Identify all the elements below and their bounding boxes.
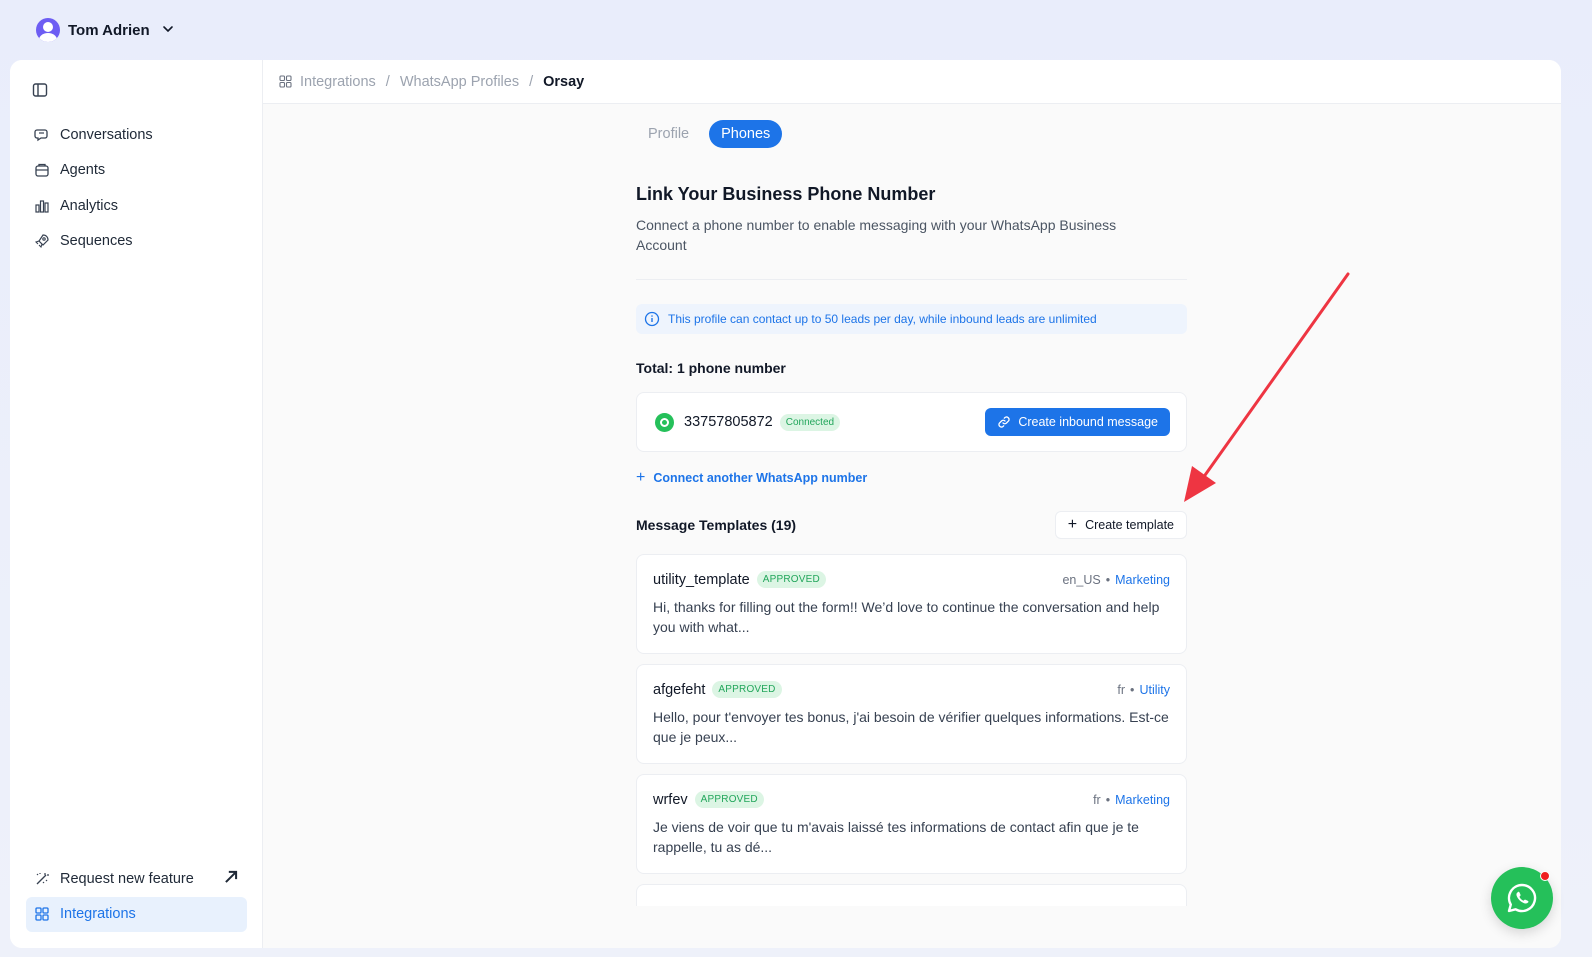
sidebar-item-agents[interactable]: Agents: [26, 153, 247, 188]
template-body: Hello, pour t'envoyer tes bonus, j'ai be…: [653, 709, 1169, 745]
link-icon: [998, 416, 1010, 428]
breadcrumb-current: Orsay: [543, 73, 585, 90]
notification-dot: [1540, 871, 1550, 881]
sidebar-toggle-icon[interactable]: [32, 82, 48, 98]
total-phone-count: Total: 1 phone number: [636, 360, 786, 376]
create-template-button[interactable]: + Create template: [1054, 511, 1187, 539]
templates-list: utility_template APPROVED en_US • Market…: [636, 554, 1187, 906]
status-badge: APPROVED: [694, 791, 764, 808]
sidebar-item-sequences[interactable]: Sequences: [26, 224, 247, 259]
template-meta: en_US • Marketing: [1062, 573, 1170, 587]
breadcrumb-integrations[interactable]: Integrations: [300, 74, 376, 90]
rocket-icon: [34, 234, 49, 249]
breadcrumb-separator: /: [385, 73, 390, 90]
meta-separator: •: [1105, 572, 1111, 587]
template-language: en_US: [1062, 572, 1101, 587]
templates-title: Message Templates (19): [636, 517, 797, 533]
bar-chart-icon: [35, 199, 49, 213]
phones-content: Profile Phones Link Your Business Phone …: [636, 120, 1187, 906]
chat-icon: [34, 128, 48, 141]
external-link-icon: [223, 869, 239, 888]
avatar-icon: [36, 18, 60, 42]
breadcrumb: Integrations / WhatsApp Profiles / Orsay: [263, 60, 1561, 104]
template-card[interactable]: [636, 884, 1187, 906]
sidebar-item-analytics[interactable]: Analytics: [26, 188, 247, 223]
breadcrumb-separator: /: [529, 73, 534, 90]
plus-icon: +: [1067, 516, 1078, 533]
profile-tabs: Profile Phones: [636, 120, 1187, 148]
sidebar-item-integrations[interactable]: Integrations: [26, 896, 247, 932]
template-body: Hi, thanks for filling out the form!! We…: [653, 599, 1160, 635]
template-body: Je viens de voir que tu m'avais laissé t…: [653, 819, 1139, 855]
info-banner-text: This profile can contact up to 50 leads …: [668, 312, 1097, 326]
template-name: utility_template: [653, 571, 750, 588]
sidebar-item-label: Conversations: [60, 126, 153, 143]
connect-another-number-link[interactable]: + Connect another WhatsApp number: [636, 469, 1187, 487]
template-category: Marketing: [1115, 572, 1170, 587]
tab-phones[interactable]: Phones: [709, 120, 783, 148]
wand-icon: [36, 872, 49, 884]
grid-icon: [35, 907, 49, 921]
sidebar-item-label: Integrations: [60, 906, 136, 922]
sidebar-item-request-feature[interactable]: Request new feature: [26, 861, 247, 896]
status-badge: Connected: [779, 413, 841, 431]
user-name: Tom Adrien: [68, 21, 150, 39]
whatsapp-icon: [1507, 883, 1537, 913]
template-meta: fr • Marketing: [1093, 793, 1170, 807]
sidebar-item-label: Analytics: [60, 197, 119, 214]
info-banner: This profile can contact up to 50 leads …: [636, 304, 1187, 334]
template-language: fr: [1093, 792, 1101, 807]
sidebar-item-label: Agents: [60, 162, 106, 178]
status-badge: APPROVED: [712, 681, 782, 698]
template-card[interactable]: wrfev APPROVED fr • Marketing Je viens d…: [636, 774, 1187, 874]
button-label: Create template: [1085, 518, 1174, 532]
template-category: Utility: [1139, 682, 1170, 697]
grid-icon: [279, 75, 292, 88]
template-language: fr: [1117, 682, 1126, 697]
template-card[interactable]: afgefeht APPROVED fr • Utility Hello, po…: [636, 664, 1187, 764]
user-menu[interactable]: Tom Adrien: [36, 18, 174, 42]
tab-profile[interactable]: Profile: [636, 120, 701, 148]
status-badge: APPROVED: [756, 571, 826, 588]
template-meta: fr • Utility: [1117, 683, 1170, 697]
sidebar: Conversations Agents Analytics Sequences…: [10, 60, 263, 948]
agent-icon: [35, 163, 49, 177]
whatsapp-icon: [655, 412, 674, 432]
sidebar-bottom-nav: Request new feature Integrations: [26, 861, 247, 932]
meta-separator: •: [1130, 682, 1135, 697]
template-category: Marketing: [1115, 792, 1170, 807]
link-label: Connect another WhatsApp number: [653, 471, 868, 485]
button-label: Create inbound message: [1018, 415, 1158, 429]
template-name: wrfev: [653, 791, 688, 808]
info-icon: [644, 311, 660, 327]
section-title: Link Your Business Phone Number: [636, 184, 936, 204]
create-inbound-message-button[interactable]: Create inbound message: [985, 408, 1170, 436]
meta-separator: •: [1105, 792, 1111, 807]
sidebar-nav: Conversations Agents Analytics Sequences: [26, 117, 247, 259]
phone-card: 33757805872 Connected Create inbound mes…: [636, 392, 1187, 452]
annotation-arrow: [1184, 272, 1350, 502]
chevron-down-icon: [162, 23, 174, 38]
template-name: afgefeht: [653, 681, 706, 698]
template-card[interactable]: utility_template APPROVED en_US • Market…: [636, 554, 1187, 654]
divider: [636, 279, 1187, 280]
sidebar-item-label: Request new feature: [60, 870, 194, 887]
section-description: Connect a phone number to enable messagi…: [636, 217, 1117, 253]
sidebar-item-label: Sequences: [60, 233, 133, 249]
phone-number: 33757805872: [684, 414, 773, 430]
breadcrumb-whatsapp-profiles[interactable]: WhatsApp Profiles: [400, 74, 519, 90]
plus-icon: +: [636, 469, 646, 486]
templates-header: Message Templates (19) + Create template: [636, 511, 1187, 539]
sidebar-item-conversations[interactable]: Conversations: [26, 117, 247, 152]
